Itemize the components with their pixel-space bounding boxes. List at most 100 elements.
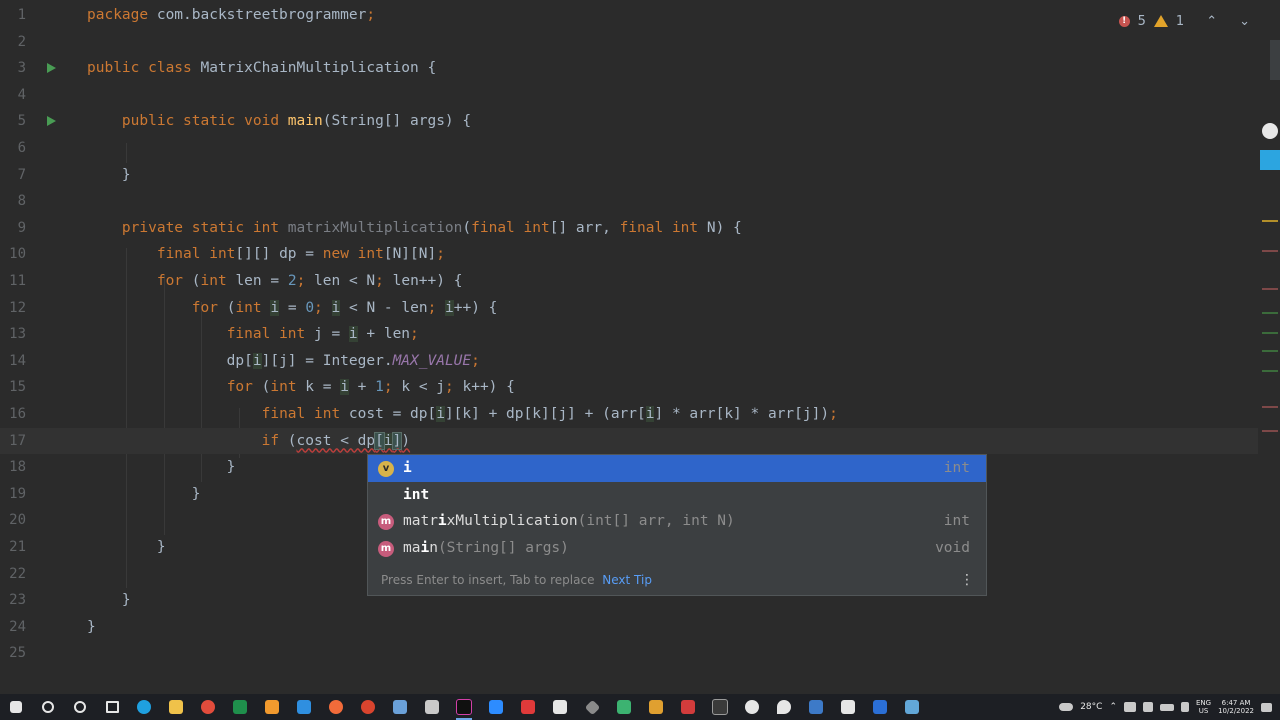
variable-icon: v [378, 461, 394, 477]
inspection-widget[interactable]: ! 5 1 ⌃ ⌄ [1118, 10, 1250, 32]
task-view-icon[interactable] [96, 694, 128, 720]
line-number: 15 [9, 379, 26, 396]
line-number: 22 [9, 565, 26, 582]
terminal-icon[interactable] [704, 694, 736, 720]
code-line-current: 17 if (cost < dp[i]) [0, 427, 1258, 455]
code-line: 11 for (int len = 2; len < N; len++) { [0, 268, 1258, 295]
code-line: 5 public static void main(String[] args)… [0, 108, 1258, 135]
code-line: 6 [0, 135, 1258, 162]
code-line: 13 final int j = i + len; [0, 321, 1258, 348]
method-icon: m [378, 541, 394, 558]
completion-item[interactable]: int [368, 482, 986, 509]
line-number: 1 [17, 7, 26, 23]
line-number: 20 [9, 512, 26, 529]
warning-icon [1153, 15, 1168, 27]
line-number: 13 [9, 326, 26, 343]
next-tip-link[interactable]: Next Tip [602, 573, 652, 587]
network-icon[interactable] [1124, 702, 1136, 712]
code-line: 15 for (int k = i + 1; k < j; k++) { [0, 374, 1258, 401]
line-number: 25 [9, 645, 26, 662]
line-number: 3 [17, 60, 26, 77]
completion-item[interactable]: m main(String[] args) void [368, 535, 986, 562]
code-line: 8 [0, 188, 1258, 215]
edge-icon[interactable] [128, 694, 160, 720]
battery-icon[interactable] [1160, 703, 1174, 711]
vscode-icon[interactable] [288, 694, 320, 720]
code-line: 3 public class MatrixChainMultiplication… [0, 55, 1258, 82]
windows-taskbar: 28°C ⌃ ENG US 6:47 AM 10/2/2022 [0, 694, 1280, 720]
file-explorer-icon[interactable] [160, 694, 192, 720]
line-number: 11 [9, 273, 26, 289]
language-indicator[interactable]: ENG US [1196, 699, 1211, 715]
app-circle-icon[interactable] [736, 694, 768, 720]
line-number: 6 [17, 140, 26, 156]
method-icon: m [378, 514, 394, 531]
line-number: 8 [17, 193, 26, 210]
app-doc-icon[interactable] [416, 694, 448, 720]
code-completion-popup[interactable]: v i int int m matrixMultiplication(int[]… [367, 454, 987, 596]
line-number: 14 [9, 352, 26, 369]
line-number: 23 [9, 592, 26, 609]
line-number: 4 [17, 86, 26, 103]
weather-icon[interactable] [1059, 703, 1074, 711]
line-number: 19 [9, 485, 26, 502]
code-line: 9 private static int matrixMultiplicatio… [0, 215, 1258, 242]
zoom-icon[interactable] [480, 694, 512, 720]
excel-icon[interactable] [224, 694, 256, 720]
run-main-icon[interactable] [47, 116, 56, 127]
scrollbar-thumb[interactable] [1270, 40, 1280, 80]
code-line: 12 for (int i = 0; i < N - len; i++) { [0, 295, 1258, 322]
app-pdf-icon[interactable] [512, 694, 544, 720]
maps-icon[interactable] [768, 694, 800, 720]
app-vivaldi-icon[interactable] [640, 694, 672, 720]
app-v-icon[interactable] [672, 694, 704, 720]
error-stripe[interactable] [1260, 40, 1280, 690]
line-number: 21 [9, 539, 26, 555]
app-window-icon[interactable] [800, 694, 832, 720]
system-tray: 28°C ⌃ ENG US 6:47 AM 10/2/2022 [1059, 694, 1280, 720]
plugin-blue-icon[interactable] [1260, 150, 1280, 170]
line-number: 7 [17, 166, 26, 183]
line-number: 18 [9, 459, 26, 476]
start-button[interactable] [0, 694, 32, 720]
app-note-icon[interactable] [896, 694, 928, 720]
chevron-up-icon[interactable]: ⌃ [1109, 702, 1117, 712]
completion-item[interactable]: v i int [368, 455, 986, 482]
app-pen-icon[interactable] [544, 694, 576, 720]
search-icon[interactable] [32, 694, 64, 720]
code-line: 1 package com.backstreetbrogrammer; [0, 2, 1258, 29]
code-line: 16 final int cost = dp[i][k] + dp[k][j] … [0, 401, 1258, 428]
error-count: 5 [1137, 13, 1146, 29]
completion-hint: Press Enter to insert, Tab to replace Ne… [368, 565, 986, 595]
app-b-icon[interactable] [864, 694, 896, 720]
chrome-icon[interactable] [192, 694, 224, 720]
git-icon[interactable] [576, 694, 608, 720]
intellij-icon[interactable] [448, 694, 480, 720]
cortana-icon[interactable] [64, 694, 96, 720]
code-line: 25 [0, 640, 1258, 667]
volume-icon[interactable] [1143, 702, 1153, 712]
more-options-icon[interactable]: ⋮ [960, 565, 974, 595]
sublime-icon[interactable] [256, 694, 288, 720]
postman-icon[interactable] [320, 694, 352, 720]
line-number: 17 [9, 432, 26, 449]
code-line: 4 [0, 82, 1258, 109]
code-line: 24 } [0, 614, 1258, 641]
notifications-icon[interactable] [1261, 702, 1272, 712]
line-number: 2 [17, 33, 26, 50]
pen-icon[interactable] [1181, 702, 1189, 712]
app-bird-icon[interactable] [832, 694, 864, 720]
completion-item[interactable]: m matrixMultiplication(int[] arr, int N)… [368, 508, 986, 535]
line-number: 24 [9, 618, 26, 635]
code-line: 14 dp[i][j] = Integer.MAX_VALUE; [0, 348, 1258, 375]
temperature[interactable]: 28°C [1080, 702, 1102, 712]
chevron-down-icon[interactable]: ⌄ [1239, 14, 1250, 29]
clock[interactable]: 6:47 AM 10/2/2022 [1218, 699, 1254, 715]
run-class-icon[interactable] [47, 63, 56, 74]
plugin-icon[interactable] [1262, 123, 1278, 139]
app-red-icon[interactable] [352, 694, 384, 720]
app-shield-icon[interactable] [384, 694, 416, 720]
app-green-icon[interactable] [608, 694, 640, 720]
chevron-up-icon[interactable]: ⌃ [1206, 14, 1217, 29]
warning-count: 1 [1175, 13, 1185, 29]
